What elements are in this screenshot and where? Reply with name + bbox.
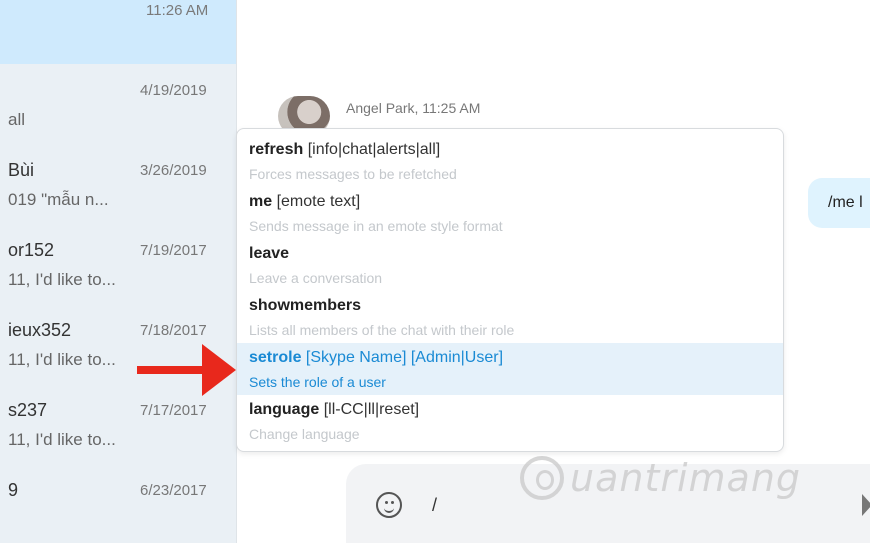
conversation-item[interactable]: all 4/19/2019	[0, 80, 236, 160]
command-item-me[interactable]: me [emote text] Sends message in an emot…	[237, 187, 783, 239]
conversation-preview: all	[8, 110, 26, 129]
command-description: Sets the role of a user	[249, 374, 386, 390]
command-args: [Skype Name] [Admin|User]	[305, 349, 504, 366]
command-args: [info|chat|alerts|all]	[307, 141, 441, 158]
conversation-date: 3/26/2019	[140, 162, 207, 179]
conversation-date: 7/18/2017	[140, 322, 207, 339]
command-item-showmembers[interactable]: showmembers Lists all members of the cha…	[237, 291, 783, 343]
outgoing-message-text: /me l	[828, 194, 863, 211]
annotation-arrow-head	[202, 344, 236, 396]
command-item-refresh[interactable]: refresh [info|chat|alerts|all] Forces me…	[237, 135, 783, 187]
conversation-item[interactable]: ieux352 11, I'd like to... 7/18/2017	[0, 320, 236, 400]
watermark-logo: uantrimang	[520, 448, 801, 508]
conversation-item[interactable]: 9 6/23/2017	[0, 480, 236, 543]
command-item-language[interactable]: language [ll-CC|ll|reset] Change languag…	[237, 395, 783, 447]
command-item-leave[interactable]: leave Leave a conversation	[237, 239, 783, 291]
message-input[interactable]: /	[432, 495, 437, 516]
outgoing-message-bubble[interactable]: /me l	[808, 178, 870, 228]
command-name: showmembers	[249, 297, 362, 314]
message-sender-time: Angel Park, 11:25 AM	[346, 100, 481, 116]
annotation-arrow	[137, 366, 207, 374]
command-name: language	[249, 401, 320, 418]
conversation-name: 9	[8, 480, 19, 500]
command-args: [ll-CC|ll|reset]	[323, 401, 420, 418]
bulb-icon	[520, 456, 564, 500]
command-description: Change language	[249, 426, 360, 442]
conversation-date: 6/23/2017	[140, 482, 207, 499]
watermark-text: uantrimang	[570, 456, 802, 500]
command-name: refresh	[249, 141, 304, 158]
conversation-name: s237	[8, 400, 48, 420]
command-description: Forces messages to be refetched	[249, 166, 457, 182]
conversation-sidebar: 11:26 AM all 4/19/2019 Bùi 019 "mẫu n...…	[0, 0, 237, 543]
command-suggestions-popup: refresh [info|chat|alerts|all] Forces me…	[236, 128, 784, 452]
selected-conversation[interactable]: 11:26 AM	[0, 0, 236, 64]
conversation-preview: 11, I'd like to...	[8, 350, 116, 369]
conversation-name: ieux352	[8, 320, 72, 340]
command-description: Lists all members of the chat with their…	[249, 322, 515, 338]
command-name: me	[249, 193, 273, 210]
command-name: setrole	[249, 349, 302, 366]
command-description: Leave a conversation	[249, 270, 383, 286]
conversation-preview: 11, I'd like to...	[8, 430, 116, 449]
command-args: [emote text]	[276, 193, 361, 210]
conversation-name: Bùi	[8, 160, 35, 180]
conversation-name: or152	[8, 240, 55, 260]
conversation-date: 4/19/2019	[140, 82, 207, 99]
command-description: Sends message in an emote style format	[249, 218, 503, 234]
conversation-date: 7/17/2017	[140, 402, 207, 419]
command-item-setrole[interactable]: setrole [Skype Name] [Admin|User] Sets t…	[237, 343, 783, 395]
conversation-preview: 019 "mẫu n...	[8, 190, 109, 209]
conversation-time: 11:26 AM	[146, 2, 209, 19]
conversation-item[interactable]: or152 11, I'd like to... 7/19/2017	[0, 240, 236, 320]
emoji-icon[interactable]	[376, 492, 402, 518]
conversation-date: 7/19/2017	[140, 242, 207, 259]
conversation-preview: 11, I'd like to...	[8, 270, 116, 289]
send-icon[interactable]	[862, 494, 870, 516]
command-name: leave	[249, 245, 290, 262]
conversation-item[interactable]: s237 11, I'd like to... 7/17/2017	[0, 400, 236, 480]
conversation-item[interactable]: Bùi 019 "mẫu n... 3/26/2019	[0, 160, 236, 240]
